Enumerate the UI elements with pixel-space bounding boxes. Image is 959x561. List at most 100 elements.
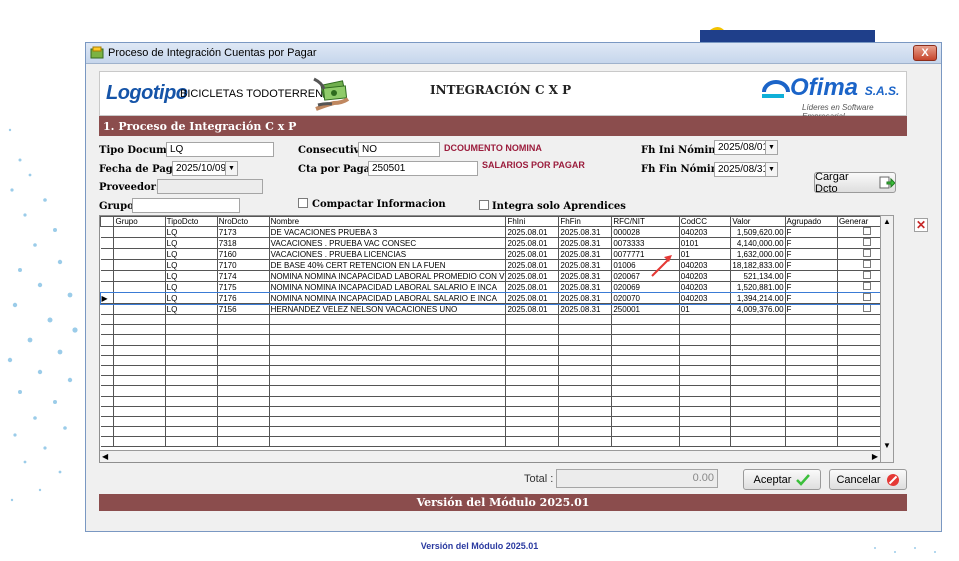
- table-row[interactable]: LQ 7173 DE VACACIONES PRUEBA 3 2025.08.01 20…: [100, 226, 892, 238]
- grid-column-header[interactable]: CodCC: [678, 216, 732, 227]
- grid-cell[interactable]: [165, 416, 218, 428]
- row-indicator[interactable]: [100, 436, 115, 448]
- grid-cell[interactable]: [165, 345, 218, 356]
- grid-cell[interactable]: [269, 355, 507, 366]
- grid-cell[interactable]: [165, 375, 218, 387]
- grid-cell[interactable]: [505, 365, 560, 377]
- grid-cell[interactable]: [558, 314, 613, 326]
- grid-cell[interactable]: [505, 334, 560, 346]
- grid-cell[interactable]: [505, 396, 560, 407]
- grid-cell[interactable]: F: [785, 292, 838, 304]
- grid-cell[interactable]: [730, 375, 786, 387]
- grid-cell[interactable]: 2025.08.31: [558, 237, 613, 249]
- grid-cell[interactable]: 2025.08.01: [505, 281, 560, 293]
- grid-cell[interactable]: [679, 406, 732, 417]
- grid-cell[interactable]: F: [785, 303, 838, 315]
- grid-cell[interactable]: F: [785, 281, 838, 293]
- grid-cell[interactable]: DE BASE 40% CERT RETENCION EN LA FUEN: [269, 259, 507, 271]
- grid-cell[interactable]: [730, 385, 786, 397]
- row-indicator[interactable]: [100, 406, 115, 417]
- aceptar-button[interactable]: Aceptar: [743, 469, 821, 490]
- grid-cell[interactable]: LQ: [165, 248, 218, 260]
- grid-cell[interactable]: [505, 436, 560, 448]
- grid-cell[interactable]: [558, 436, 613, 448]
- grid-cell[interactable]: [558, 375, 613, 387]
- grid-cell[interactable]: [730, 406, 786, 417]
- grid-cell[interactable]: 1,394,214.00: [730, 292, 786, 304]
- grid-cell[interactable]: [730, 426, 786, 438]
- grid-cell[interactable]: 1,632,000.00: [730, 248, 786, 260]
- grid-cell[interactable]: [505, 375, 560, 387]
- generar-checkbox[interactable]: [862, 238, 871, 246]
- grid-cell[interactable]: [679, 385, 732, 397]
- grid-cell[interactable]: 7170: [217, 259, 270, 271]
- vertical-scrollbar[interactable]: ▲ ▼: [880, 215, 894, 463]
- grid-cell[interactable]: [730, 436, 786, 448]
- grid-cell[interactable]: [217, 324, 270, 336]
- grid-cell[interactable]: HERNANDEZ VELEZ NELSON VACACIONES UNO: [269, 303, 507, 315]
- grid-cell[interactable]: [269, 396, 507, 407]
- grid-cell[interactable]: [785, 334, 838, 346]
- table-row[interactable]: LQ 7175 NOMINA NOMINA INCAPACIDAD LABORAL …: [100, 281, 892, 293]
- grid-cell[interactable]: [165, 334, 218, 346]
- row-indicator[interactable]: [100, 248, 115, 260]
- grid-cell[interactable]: 040203: [679, 292, 732, 304]
- grid-cell[interactable]: F: [785, 270, 838, 282]
- grid-cell[interactable]: 01006: [611, 259, 680, 271]
- grid-cell[interactable]: 2025.08.01: [505, 259, 560, 271]
- grid-cell[interactable]: 2025.08.31: [558, 292, 613, 304]
- grid-cell[interactable]: [558, 406, 613, 417]
- grid-cell[interactable]: [165, 355, 218, 366]
- row-indicator[interactable]: [100, 396, 115, 407]
- empty-table-row[interactable]: [100, 314, 892, 326]
- grupo-input[interactable]: [132, 198, 240, 213]
- grid-cell[interactable]: [679, 426, 732, 438]
- grid-cell[interactable]: [558, 365, 613, 377]
- grid-cell[interactable]: [611, 416, 680, 428]
- grid-cell[interactable]: [217, 416, 270, 428]
- grid-cell[interactable]: LQ: [165, 281, 218, 293]
- grid-cell[interactable]: NOMINA NOMINA INCAPACIDAD LABORAL SALARI…: [269, 292, 507, 304]
- grid-cell[interactable]: [269, 334, 507, 346]
- grid-cell[interactable]: 18,182,833.00: [730, 259, 786, 271]
- grid-cell[interactable]: [113, 248, 166, 260]
- grid-cell[interactable]: [611, 365, 680, 377]
- row-indicator[interactable]: [100, 365, 115, 377]
- row-indicator[interactable]: [100, 385, 115, 397]
- grid-cell[interactable]: F: [785, 237, 838, 249]
- grid-cell[interactable]: [558, 416, 613, 428]
- generar-checkbox[interactable]: [862, 282, 871, 290]
- chevron-down-icon[interactable]: ▼: [765, 141, 777, 154]
- empty-table-row[interactable]: [100, 416, 892, 428]
- grid-cell[interactable]: [785, 345, 838, 356]
- fecha-pago-select[interactable]: 2025/10/09 ▼: [172, 161, 238, 176]
- grid-cell[interactable]: [785, 385, 838, 397]
- grid-cell[interactable]: 2025.08.31: [558, 259, 613, 271]
- grid-cell[interactable]: [611, 396, 680, 407]
- grid-cell[interactable]: [165, 406, 218, 417]
- grid-cell[interactable]: [785, 426, 838, 438]
- grid-cell[interactable]: [611, 314, 680, 326]
- grid-cell[interactable]: [113, 324, 166, 336]
- table-row[interactable]: LQ 7160 VACACIONES . PRUEBA LICENCIAS 2025.…: [100, 248, 892, 260]
- tipo-documento-input[interactable]: LQ: [166, 142, 274, 157]
- table-row[interactable]: LQ 7174 NOMINA NOMINA INCAPACIDAD LABORAL …: [100, 270, 892, 282]
- grid-cell[interactable]: 2025.08.01: [505, 248, 560, 260]
- grid-cell[interactable]: LQ: [165, 292, 218, 304]
- grid-cell[interactable]: [611, 426, 680, 438]
- scroll-down-icon[interactable]: ▼: [883, 441, 891, 450]
- grid-cell[interactable]: [269, 345, 507, 356]
- grid-cell[interactable]: 2025.08.01: [505, 303, 560, 315]
- grid-cell[interactable]: [113, 345, 166, 356]
- grid-cell[interactable]: 020067: [611, 270, 680, 282]
- grid-cell[interactable]: [611, 345, 680, 356]
- grid-cell[interactable]: [217, 375, 270, 387]
- grid-cell[interactable]: [217, 406, 270, 417]
- grid-cell[interactable]: 7175: [217, 281, 270, 293]
- grid-cell[interactable]: VACACIONES . PRUEBA LICENCIAS: [269, 248, 507, 260]
- row-indicator[interactable]: [100, 259, 115, 271]
- grid-column-header[interactable]: TipoDcto: [164, 216, 218, 227]
- generar-checkbox[interactable]: [862, 304, 871, 312]
- grid-cell[interactable]: [269, 406, 507, 417]
- grid-cell[interactable]: 2025.08.31: [558, 226, 613, 238]
